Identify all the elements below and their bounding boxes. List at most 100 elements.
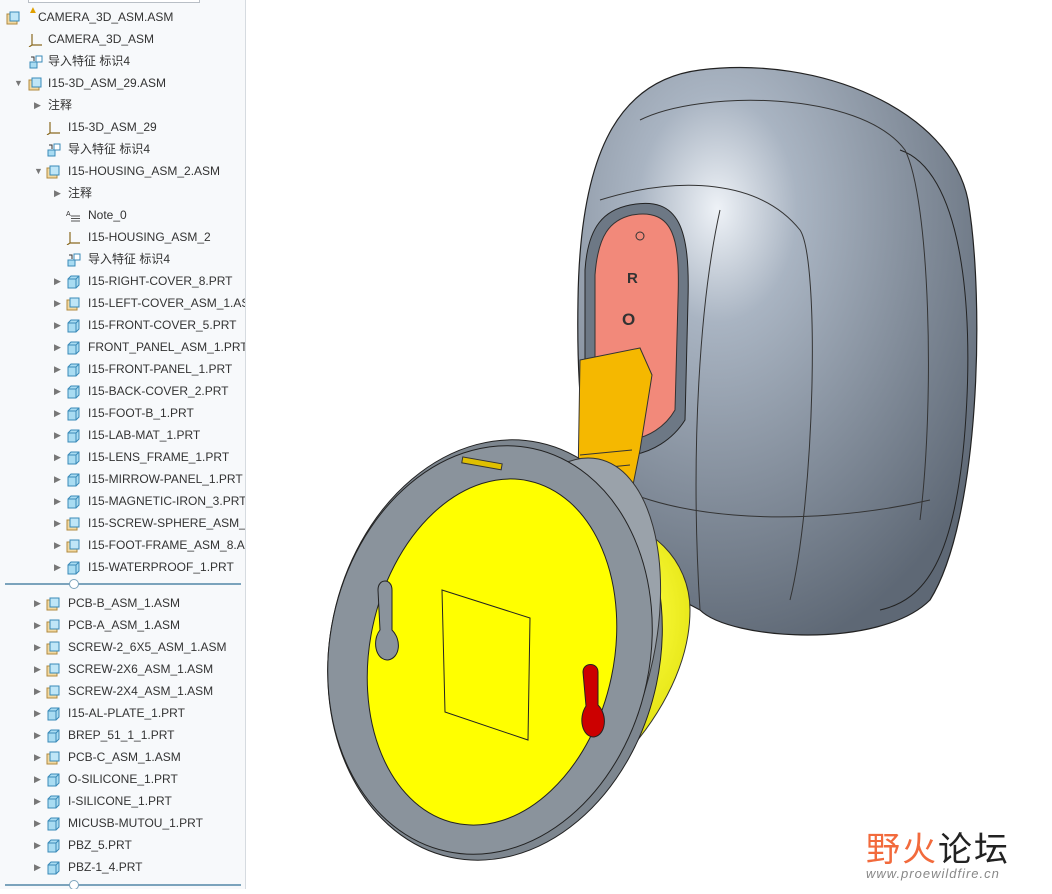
expand-arrow-icon[interactable]: ▶ [54,490,64,512]
collapse-arrow-icon[interactable]: ▼ [14,72,24,94]
tree-splitter[interactable] [5,579,241,589]
search-box[interactable] [28,0,200,3]
splitter-handle[interactable] [69,579,79,589]
import-feature-icon [28,54,43,69]
tree-item[interactable]: ▼ I15-HOUSING_ASM_2.ASM [0,160,245,182]
tree-item[interactable]: I15-3D_ASM_29 [0,116,245,138]
tree-item-label: I15-WATERPROOF_1.PRT [88,560,234,574]
tree-item[interactable]: I15-HOUSING_ASM_2 [0,226,245,248]
tree-item[interactable]: ▶ I15-LEFT-COVER_ASM_1.ASM [0,292,245,314]
expand-arrow-icon[interactable]: ▶ [54,358,64,380]
expand-arrow-icon[interactable]: ▶ [34,812,44,834]
tree-item-label: I15-FOOT-FRAME_ASM_8.ASM [88,538,246,552]
tree-item[interactable]: ▶ I15-WATERPROOF_1.PRT [0,556,245,578]
tree-item[interactable]: ▶ SCREW-2X6_ASM_1.ASM [0,658,245,680]
tree-item[interactable]: ▶ SCREW-2X4_ASM_1.ASM [0,680,245,702]
tree-item[interactable]: A Note_0 [0,204,245,226]
import-feature-icon [66,252,81,267]
collapse-arrow-icon[interactable]: ▼ [34,160,44,182]
tree-item[interactable]: ▶ BREP_51_1_1.PRT [0,724,245,746]
assembly-icon [66,538,81,553]
tree-item[interactable]: ▲ CAMERA_3D_ASM.ASM [0,5,245,28]
expand-arrow-icon[interactable]: ▶ [54,292,64,314]
expand-arrow-icon[interactable]: ▶ [54,556,64,578]
tree-item[interactable]: 导入特征 标识4 [0,50,245,72]
csys-icon [66,230,81,246]
expand-arrow-icon[interactable]: ▶ [54,512,64,534]
assembly-icon [66,516,81,531]
tree-item[interactable]: ▶ 注释 [0,94,245,116]
tree-item[interactable]: ▶ FRONT_PANEL_ASM_1.PRT [0,336,245,358]
note-icon: A [66,208,81,222]
part-icon [66,406,81,421]
tree-item[interactable]: ▶ I15-BACK-COVER_2.PRT [0,380,245,402]
assembly-icon [6,10,21,25]
expand-arrow-icon[interactable]: ▶ [34,702,44,724]
expand-arrow-icon[interactable]: ▶ [34,746,44,768]
expand-arrow-icon[interactable]: ▶ [34,636,44,658]
tree-item-label: 注释 [68,186,93,200]
tree-item[interactable]: ▼ I15-3D_ASM_29.ASM [0,72,245,94]
expand-arrow-icon[interactable]: ▶ [34,658,44,680]
tree-item[interactable]: ▶ PCB-C_ASM_1.ASM [0,746,245,768]
part-icon [46,772,61,787]
tree-item[interactable]: ▶ I-SILICONE_1.PRT [0,790,245,812]
tree-item[interactable]: ▶ I15-FRONT-COVER_5.PRT [0,314,245,336]
expand-arrow-icon[interactable]: ▶ [54,182,64,204]
tree-item[interactable]: ▶ PBZ_5.PRT [0,834,245,856]
tree-item[interactable]: ▶ PCB-B_ASM_1.ASM [0,592,245,614]
tree-item[interactable]: ▶ I15-LAB-MAT_1.PRT [0,424,245,446]
part-icon [46,838,61,853]
tree-item[interactable]: ▶ 注释 [0,182,245,204]
tree-item[interactable]: 导入特征 标识4 [0,248,245,270]
part-icon [46,816,61,831]
tree-item[interactable]: ▶ SCREW-2_6X5_ASM_1.ASM [0,636,245,658]
expand-arrow-icon[interactable]: ▶ [54,446,64,468]
tree-item[interactable]: 导入特征 标识4 [0,138,245,160]
model-tree-panel: ▲ CAMERA_3D_ASM.ASM CAMERA_3D_ASM 导入特征 标识4 ▼… [0,0,246,889]
expand-arrow-icon[interactable]: ▶ [54,424,64,446]
tree-item-label: I15-FOOT-B_1.PRT [88,406,194,420]
assembly-icon [46,662,61,677]
tree-item[interactable]: CAMERA_3D_ASM [0,28,245,50]
tree-item-label: I-SILICONE_1.PRT [68,794,172,808]
tree-item[interactable]: ▶ PBZ-1_4.PRT [0,856,245,878]
expand-arrow-icon[interactable]: ▶ [34,768,44,790]
tree-item[interactable]: ▶ MICUSB-MUTOU_1.PRT [0,812,245,834]
expand-arrow-icon[interactable]: ▶ [54,534,64,556]
tree-item[interactable]: ▶ I15-FRONT-PANEL_1.PRT [0,358,245,380]
expand-arrow-icon[interactable]: ▶ [34,724,44,746]
assembly-icon [46,596,61,611]
expand-arrow-icon[interactable]: ▶ [34,592,44,614]
tree-item[interactable]: ▶ I15-LENS_FRAME_1.PRT [0,446,245,468]
expand-arrow-icon[interactable]: ▶ [54,380,64,402]
tree-item[interactable]: ▶ I15-MAGNETIC-IRON_3.PRT [0,490,245,512]
expand-arrow-icon[interactable]: ▶ [34,790,44,812]
expand-arrow-icon[interactable]: ▶ [34,834,44,856]
expand-arrow-icon[interactable]: ▶ [34,680,44,702]
tree-splitter-bottom[interactable] [5,880,241,889]
expand-arrow-icon[interactable]: ▶ [54,314,64,336]
expand-arrow-icon[interactable]: ▶ [34,94,44,116]
part-icon [46,706,61,721]
tree-item[interactable]: ▶ I15-RIGHT-COVER_8.PRT [0,270,245,292]
tree-item[interactable]: ▶ I15-MIRROW-PANEL_1.PRT [0,468,245,490]
tree-item[interactable]: ▶ O-SILICONE_1.PRT [0,768,245,790]
expand-arrow-icon[interactable]: ▶ [54,468,64,490]
part-icon [46,860,61,875]
splitter-handle-bottom[interactable] [69,880,79,889]
expand-arrow-icon[interactable]: ▶ [34,856,44,878]
expand-arrow-icon[interactable]: ▶ [54,336,64,358]
tree-item[interactable]: ▶ I15-AL-PLATE_1.PRT [0,702,245,724]
expand-arrow-icon[interactable]: ▶ [54,402,64,424]
expand-arrow-icon[interactable]: ▶ [54,270,64,292]
tree-item[interactable]: ▶ I15-SCREW-SPHERE_ASM_1.ASM [0,512,245,534]
watermark-url: www.proewildfire.cn [866,866,1000,881]
expand-arrow-icon[interactable]: ▶ [34,614,44,636]
assembly-icon [66,296,81,311]
tree-item[interactable]: ▶ I15-FOOT-FRAME_ASM_8.ASM [0,534,245,556]
tree-item-label: PBZ-1_4.PRT [68,860,143,874]
tree-item[interactable]: ▶ I15-FOOT-B_1.PRT [0,402,245,424]
graphics-viewport[interactable]: R O [246,0,1052,889]
tree-item[interactable]: ▶ PCB-A_ASM_1.ASM [0,614,245,636]
